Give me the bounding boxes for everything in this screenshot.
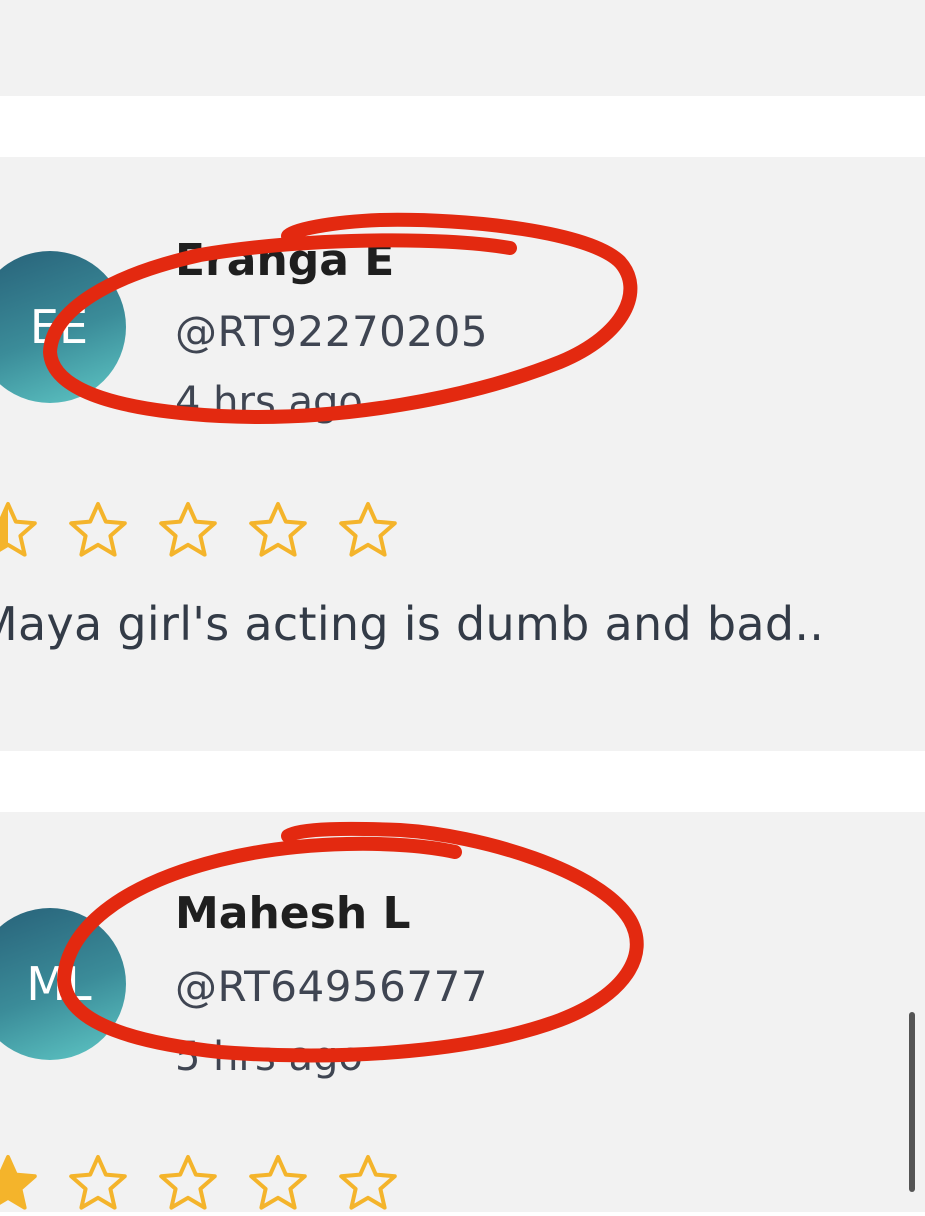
star-rating — [0, 1152, 400, 1216]
review-timestamp: 4 hrs ago — [175, 379, 363, 425]
star-half-icon — [0, 502, 37, 557]
star-outline-icon — [69, 502, 127, 557]
star-outline-icon — [339, 502, 397, 557]
review-card: ML Mahesh L @RT64956777 5 hrs ago — [0, 812, 925, 1212]
review-timestamp: 5 hrs ago — [175, 1034, 363, 1080]
review-text: Maya girl's acting is dumb and bad.. — [0, 597, 825, 651]
star-outline-icon — [159, 502, 217, 557]
reviewer-handle[interactable]: @RT64956777 — [175, 962, 488, 1011]
avatar[interactable]: ML — [0, 908, 126, 1060]
reviewer-handle[interactable]: @RT92270205 — [175, 307, 488, 356]
star-outline-icon — [249, 502, 307, 557]
previous-review-card — [0, 0, 925, 96]
star-outline-icon — [339, 1155, 397, 1210]
reviewer-name[interactable]: Mahesh L — [175, 888, 411, 939]
scrollbar[interactable] — [909, 1012, 915, 1192]
star-rating — [0, 499, 400, 563]
review-card: EE Eranga E @RT92270205 4 hrs ago Maya g… — [0, 157, 925, 751]
star-outline-icon — [159, 1155, 217, 1210]
reviewer-name[interactable]: Eranga E — [175, 235, 394, 286]
star-outline-icon — [69, 1155, 127, 1210]
star-icon — [0, 1155, 37, 1210]
star-outline-icon — [249, 1155, 307, 1210]
avatar[interactable]: EE — [0, 251, 126, 403]
